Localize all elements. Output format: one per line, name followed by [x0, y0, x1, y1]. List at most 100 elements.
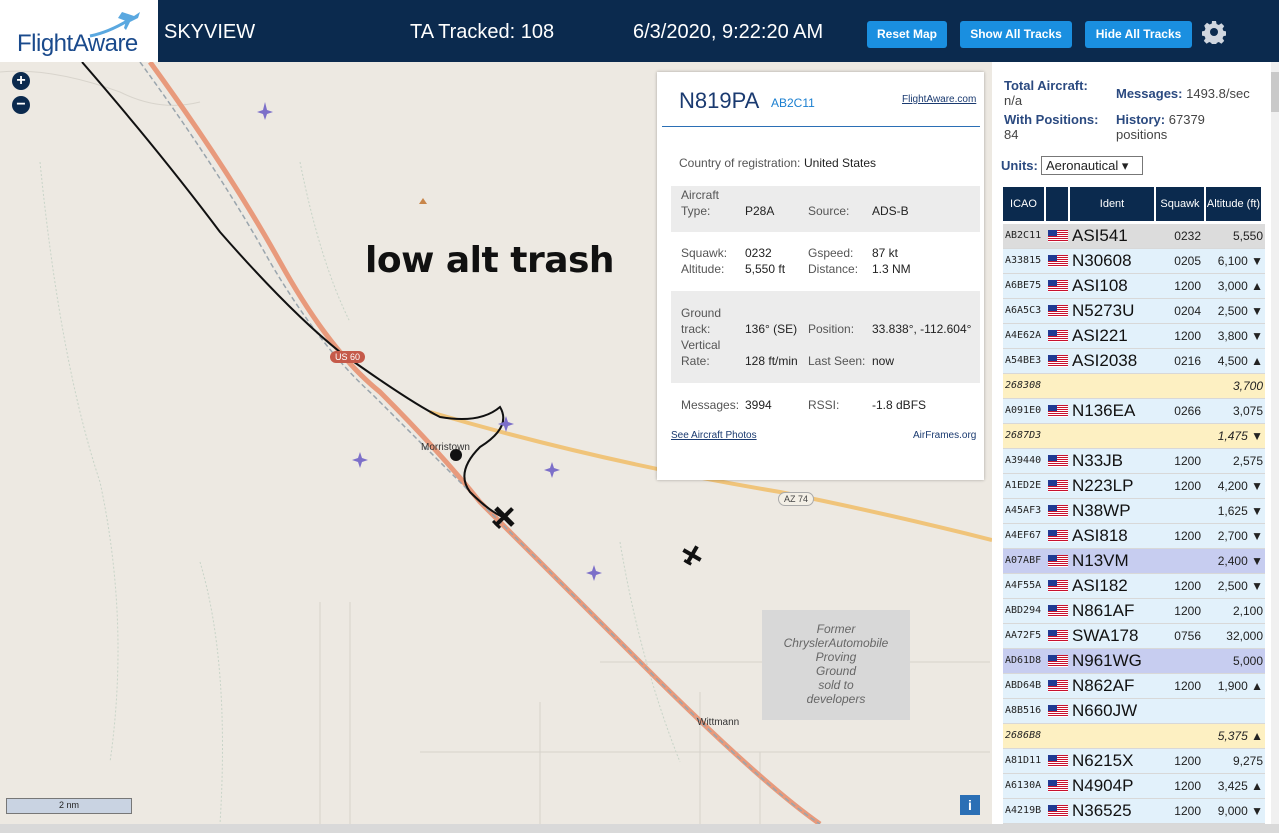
with-positions-stat: With Positions: 84	[1004, 112, 1099, 142]
zoom-out-button[interactable]: −	[12, 96, 30, 114]
us-flag-icon	[1048, 230, 1068, 242]
panel-scrollbar-thumb[interactable]	[1271, 72, 1279, 112]
popup-hex[interactable]: AB2C11	[771, 96, 815, 110]
panel-scrollbar[interactable]	[1271, 62, 1279, 824]
us-flag-icon	[1048, 755, 1068, 767]
table-row[interactable]: A81D11 N6215X 1200 9,275	[1003, 749, 1265, 774]
last-seen-label: Last Seen:	[808, 354, 866, 368]
us-flag-icon	[1048, 330, 1068, 342]
table-row[interactable]: A33815 N30608 0205 6,100 ▼	[1003, 249, 1265, 274]
table-row[interactable]: A4F55A ASI182 1200 2,500 ▼	[1003, 574, 1265, 599]
altitude-cell: 6,100 ▼	[1217, 254, 1263, 268]
ident-cell: ASI221	[1072, 326, 1128, 345]
zoom-in-button[interactable]: +	[12, 72, 30, 90]
last-seen-value: now	[872, 354, 895, 368]
see-aircraft-photos-link[interactable]: See Aircraft Photos	[671, 430, 757, 441]
table-row[interactable]: 2686B8 5,375 ▲	[1003, 724, 1265, 749]
table-row[interactable]: A4E62A ASI221 1200 3,800 ▼	[1003, 324, 1265, 349]
reset-map-button[interactable]: Reset Map	[867, 21, 947, 48]
squawk-cell	[1153, 424, 1201, 448]
total-aircraft-label: Total Aircraft:	[1004, 78, 1088, 93]
altitude-value: 5,550 ft	[745, 262, 786, 276]
table-row[interactable]: AA72F5 SWA178 0756 32,000	[1003, 624, 1265, 649]
icao-cell: A33815	[1005, 255, 1042, 266]
squawk-cell	[1153, 699, 1201, 723]
ident-cell: ASI108	[1072, 276, 1128, 295]
table-row[interactable]: A4219B N36525 1200 9,000 ▼	[1003, 799, 1265, 824]
col-header-altitude[interactable]: Altitude (ft)	[1206, 187, 1261, 221]
bottom-scrollbar[interactable]	[0, 824, 1279, 833]
area-label-line: Proving	[815, 650, 857, 664]
popup-divider	[662, 126, 980, 127]
icao-cell: A091E0	[1005, 405, 1042, 416]
us-flag-icon	[1048, 680, 1068, 692]
table-row[interactable]: A6A5C3 N5273U 0204 2,500 ▼	[1003, 299, 1265, 324]
table-row[interactable]: A6BE75 ASI108 1200 3,000 ▲	[1003, 274, 1265, 299]
squawk-cell: 1200	[1174, 479, 1201, 493]
table-row[interactable]: A54BE3 ASI2038 0216 4,500 ▲	[1003, 349, 1265, 374]
altitude-cell: 2,575	[1232, 454, 1263, 468]
icao-cell: 2687D3	[1005, 430, 1042, 441]
history-stat: History: 67379 positions	[1116, 112, 1205, 142]
table-row[interactable]: A07ABF N13VM 2,400 ▼	[1003, 549, 1265, 574]
table-row[interactable]: AB2C11 ASI541 0232 5,550	[1003, 224, 1265, 249]
col-header-icao[interactable]: ICAO	[1003, 187, 1044, 221]
squawk-cell: 0232	[1174, 229, 1201, 243]
table-row[interactable]: A6130A N4904P 1200 3,425 ▲	[1003, 774, 1265, 799]
squawk-cell: 1200	[1174, 679, 1201, 693]
popup-country-row: Country of registration: United States	[671, 156, 980, 178]
rssi-label: RSSI:	[808, 398, 840, 412]
table-row[interactable]: 268308 3,700	[1003, 374, 1265, 399]
ident-cell: N961WG	[1072, 651, 1142, 670]
altitude-cell: 5,375 ▲	[1217, 729, 1263, 743]
ident-cell: SWA178	[1072, 626, 1139, 645]
icao-cell: ABD294	[1005, 605, 1042, 616]
table-row[interactable]: A1ED2E N223LP 1200 4,200 ▼	[1003, 474, 1265, 499]
squawk-cell: 1200	[1174, 529, 1201, 543]
col-header-squawk[interactable]: Squawk	[1156, 187, 1204, 221]
ident-cell: ASI182	[1072, 576, 1128, 595]
table-row[interactable]: AD61D8 N961WG 5,000	[1003, 649, 1265, 674]
messages-value: 3994	[745, 398, 772, 412]
show-all-tracks-button[interactable]: Show All Tracks	[960, 21, 1072, 48]
table-row[interactable]: A091E0 N136EA 0266 3,075	[1003, 399, 1265, 424]
squawk-cell	[1153, 724, 1201, 748]
map-info-button[interactable]: i	[960, 795, 980, 815]
icao-cell: AA72F5	[1005, 630, 1042, 641]
table-row[interactable]: A39440 N33JB 1200 2,575	[1003, 449, 1265, 474]
gear-icon[interactable]	[1202, 20, 1226, 44]
units-select[interactable]: Aeronautical ▾	[1041, 156, 1143, 175]
map-annotation-text: low alt trash	[365, 240, 615, 281]
col-header-flag[interactable]	[1046, 187, 1068, 221]
table-row[interactable]: ABD294 N861AF 1200 2,100	[1003, 599, 1265, 624]
us-flag-icon	[1048, 555, 1068, 567]
table-row[interactable]: A8B516 N660JW	[1003, 699, 1265, 724]
hide-all-tracks-button[interactable]: Hide All Tracks	[1085, 21, 1192, 48]
airframes-link[interactable]: AirFrames.org	[913, 430, 976, 441]
icao-cell: 2686B8	[1005, 730, 1042, 741]
ident-cell: N38WP	[1072, 501, 1131, 520]
squawk-cell: 0204	[1174, 304, 1201, 318]
type-value: P28A	[745, 204, 775, 218]
altitude-cell: 4,200 ▼	[1217, 479, 1263, 493]
squawk-cell: 1200	[1174, 754, 1201, 768]
table-row[interactable]: ABD64B N862AF 1200 1,900 ▲	[1003, 674, 1265, 699]
altitude-cell: 3,075	[1232, 404, 1263, 418]
with-positions-label: With Positions:	[1004, 112, 1099, 127]
icao-cell: A39440	[1005, 455, 1042, 466]
col-header-ident[interactable]: Ident	[1070, 187, 1154, 221]
table-row[interactable]: 2687D3 1,475 ▼	[1003, 424, 1265, 449]
flightaware-logo[interactable]: FlightAware	[0, 0, 158, 62]
rssi-value: -1.8 dBFS	[872, 398, 927, 412]
table-row[interactable]: A45AF3 N38WP 1,625 ▼	[1003, 499, 1265, 524]
scale-label: 2 nm	[59, 800, 80, 810]
position-value: 33.838°, -112.604°	[872, 322, 972, 336]
altitude-cell: 2,100	[1232, 604, 1263, 618]
ident-cell: N4904P	[1072, 776, 1134, 795]
flightaware-link[interactable]: FlightAware.com	[902, 94, 976, 105]
ident-cell: N223LP	[1072, 476, 1134, 495]
altitude-cell: 3,700	[1232, 379, 1263, 393]
us-flag-icon	[1048, 805, 1068, 817]
squawk-cell: 1200	[1174, 804, 1201, 818]
table-row[interactable]: A4EF67 ASI818 1200 2,700 ▼	[1003, 524, 1265, 549]
